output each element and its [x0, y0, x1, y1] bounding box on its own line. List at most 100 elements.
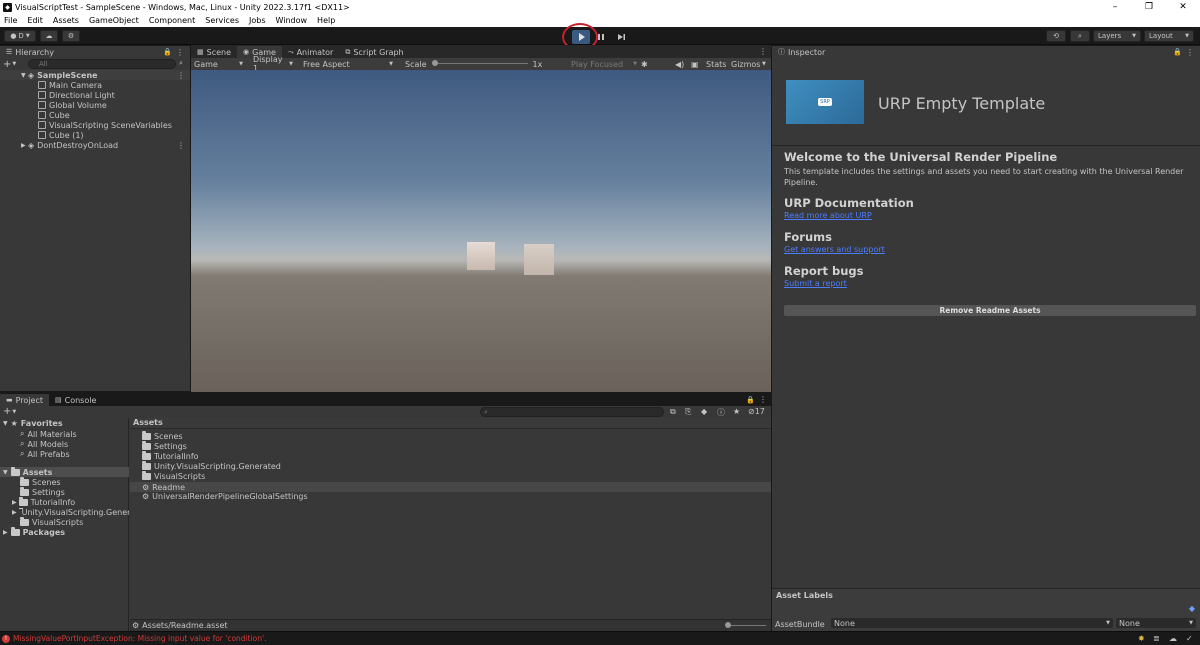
aspect-dropdown[interactable]: Free Aspect ▼	[297, 60, 397, 69]
list-item[interactable]: Unity.VisualScripting.Generated	[142, 461, 281, 471]
hierarchy-add-button[interactable]: + ▼	[3, 59, 16, 70]
list-item[interactable]: VisualScripts	[142, 471, 205, 481]
info-icon[interactable]: ⓘ	[717, 407, 725, 418]
packages-row[interactable]: ▶ Packages	[3, 527, 65, 537]
forums-link[interactable]: Get answers and support	[784, 245, 1194, 254]
mute-audio-icon[interactable]: ◀)	[675, 60, 684, 69]
tag-icon[interactable]: ◆	[1189, 604, 1195, 613]
bugs-link[interactable]: Submit a report	[784, 279, 1194, 288]
bug-icon[interactable]: ✱	[641, 60, 648, 69]
close-button[interactable]: ✕	[1166, 0, 1200, 14]
lock-icon[interactable]: 🔒	[746, 396, 755, 404]
lock-icon[interactable]: 🔒	[163, 48, 172, 56]
hierarchy-search-input[interactable]: All	[28, 59, 176, 69]
chevron-down-icon: ▼	[25, 33, 30, 39]
hierarchy-scene-row[interactable]: ▼ ◈ SampleScene ⋮	[0, 70, 190, 80]
search-options-icon[interactable]: ⌕	[179, 59, 183, 68]
favorite-item[interactable]: ⌕ All Materials	[20, 429, 77, 439]
layout-dropdown[interactable]: Layout ▼	[1144, 30, 1194, 42]
account-dropdown[interactable]: ● D ▼	[4, 30, 36, 42]
list-item[interactable]: ⚙ UniversalRenderPipelineGlobalSettings	[142, 492, 308, 501]
tab-console[interactable]: ▤ Console	[49, 394, 102, 406]
filter-type-icon[interactable]: ⧉	[670, 407, 676, 417]
menu-help[interactable]: Help	[317, 16, 335, 25]
menu-assets[interactable]: Assets	[53, 16, 79, 25]
layers-dropdown[interactable]: Layers ▼	[1093, 30, 1141, 42]
maximize-button[interactable]: ❐	[1132, 0, 1166, 14]
play-focused-dropdown[interactable]: Play Focused ▼	[571, 60, 637, 69]
menu-file[interactable]: File	[4, 16, 17, 25]
scale-slider-handle[interactable]	[431, 60, 438, 66]
asset-bundle-dropdown[interactable]: None ▼	[831, 618, 1113, 628]
undo-history-button[interactable]: ⟲	[1046, 30, 1066, 42]
favorite-item[interactable]: ⌕ All Models	[20, 439, 68, 449]
hierarchy-item[interactable]: Main Camera	[0, 80, 190, 90]
assets-root-row[interactable]: ▼ Assets	[0, 466, 129, 477]
tree-folder[interactable]: ▶ Unity.VisualScripting.Genera	[12, 508, 129, 517]
asset-bundle-variant-dropdown[interactable]: None ▼	[1116, 618, 1196, 628]
project-search-input[interactable]: ⌕	[480, 407, 664, 417]
menu-services[interactable]: Services	[205, 16, 239, 25]
tab-scene[interactable]: ▦ Scene	[191, 46, 237, 58]
hierarchy-dontdestroy-row[interactable]: ▶ ◈ DontDestroyOnLoad ⋮	[0, 140, 190, 150]
cloud-icon[interactable]: ☁	[1169, 634, 1177, 643]
tab-script-graph[interactable]: ⧉ Script Graph	[339, 46, 409, 58]
stats-button[interactable]: Stats	[706, 60, 726, 69]
remove-readme-button[interactable]: Remove Readme Assets	[784, 305, 1196, 316]
tag-icon[interactable]: ◆	[701, 407, 707, 416]
step-button[interactable]	[612, 30, 630, 44]
icon-size-slider[interactable]	[725, 622, 766, 628]
list-item-selected[interactable]: ⚙ Readme	[130, 482, 771, 492]
hierarchy-item[interactable]: Cube	[0, 110, 190, 120]
star-icon[interactable]: ★	[733, 407, 740, 416]
search-button[interactable]: ⌕	[1070, 30, 1090, 42]
tree-folder[interactable]: Settings	[20, 487, 65, 497]
hierarchy-item[interactable]: VisualScripting SceneVariables	[0, 120, 190, 130]
kebab-menu-icon[interactable]: ⋮	[177, 71, 185, 80]
hierarchy-item[interactable]: Cube (1)	[0, 130, 190, 140]
kebab-menu-icon[interactable]: ⋮	[177, 141, 185, 150]
kebab-menu-icon[interactable]: ⋮	[759, 395, 767, 404]
collab-button[interactable]: ⚙	[62, 30, 80, 42]
menu-jobs[interactable]: Jobs	[249, 16, 266, 25]
tab-hierarchy[interactable]: ☰ Hierarchy 🔒 ⋮	[0, 46, 190, 58]
tree-folder[interactable]: ▶ TutorialInfo	[12, 497, 75, 507]
gizmo-toggle-icon[interactable]: ▣	[691, 60, 699, 69]
hidden-count-icon[interactable]: ⊘17	[748, 407, 765, 416]
favorite-item[interactable]: ⌕ All Prefabs	[20, 449, 70, 459]
game-mode-dropdown[interactable]: Game ▼	[191, 60, 247, 69]
game-viewport[interactable]	[191, 70, 771, 392]
doc-link[interactable]: Read more about URP	[784, 211, 1194, 220]
tree-folder[interactable]: Scenes	[20, 477, 61, 487]
breadcrumb-assets[interactable]: Assets	[133, 418, 163, 427]
lock-icon[interactable]: 🔒	[1173, 48, 1182, 56]
menu-gameobject[interactable]: GameObject	[89, 16, 139, 25]
tab-project[interactable]: ▬ Project	[0, 394, 49, 406]
kebab-menu-icon[interactable]: ⋮	[759, 47, 767, 56]
icon-size-slider-handle[interactable]	[725, 622, 731, 628]
tab-inspector[interactable]: ⓘ Inspector 🔒 ⋮	[772, 46, 1200, 58]
favorites-row[interactable]: ▼ ★ Favorites	[3, 419, 63, 428]
project-add-button[interactable]: + ▼	[3, 406, 16, 417]
chevron-down-icon[interactable]: ▼	[762, 61, 766, 67]
list-item[interactable]: Settings	[142, 441, 187, 451]
hierarchy-item[interactable]: Directional Light	[0, 90, 190, 100]
hierarchy-item[interactable]: Global Volume	[0, 100, 190, 110]
minimize-button[interactable]: –	[1098, 0, 1132, 14]
menu-component[interactable]: Component	[149, 16, 195, 25]
tree-folder[interactable]: VisualScripts	[20, 517, 83, 527]
bulb-icon[interactable]: ✸	[1138, 634, 1145, 643]
scale-slider[interactable]	[431, 60, 528, 67]
menu-edit[interactable]: Edit	[27, 16, 43, 25]
list-item[interactable]: Scenes	[142, 431, 183, 441]
filter-label-icon[interactable]: ⎘	[685, 407, 691, 417]
menu-window[interactable]: Window	[276, 16, 308, 25]
status-error-message[interactable]: MissingValuePortInputException: Missing …	[13, 634, 266, 643]
kebab-menu-icon[interactable]: ⋮	[176, 48, 184, 57]
gizmos-dropdown[interactable]: Gizmos	[731, 60, 760, 69]
list-item[interactable]: TutorialInfo	[142, 451, 199, 461]
check-icon[interactable]: ✓	[1186, 634, 1193, 643]
layers-stack-icon[interactable]: ≣	[1153, 634, 1160, 643]
cloud-button[interactable]: ☁	[40, 30, 58, 42]
kebab-menu-icon[interactable]: ⋮	[1186, 48, 1194, 57]
